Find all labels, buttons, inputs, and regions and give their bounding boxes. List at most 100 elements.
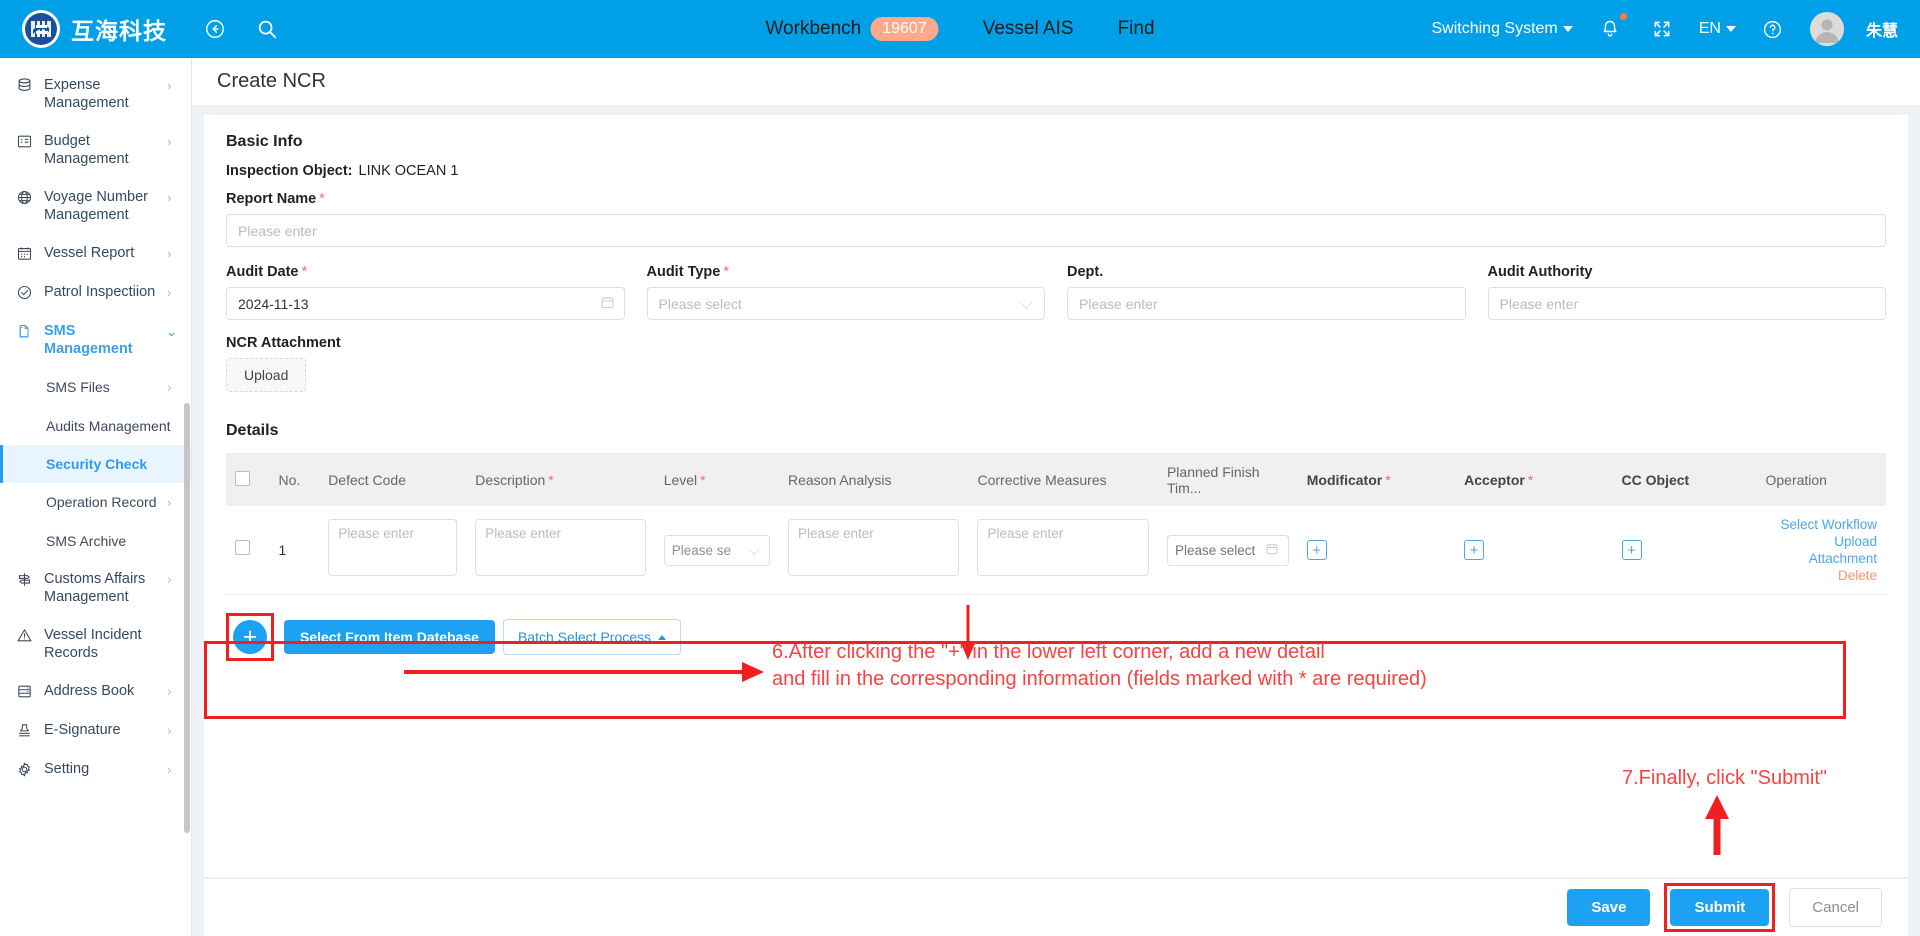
upload-attachment-link[interactable]: Upload Attachment (1765, 533, 1877, 567)
chevron-up-icon (658, 634, 667, 640)
row-planned-finish-cell (1157, 506, 1298, 595)
fullscreen-icon[interactable] (1647, 14, 1677, 44)
report-name-input[interactable] (226, 214, 1886, 247)
collapse-left-icon[interactable] (200, 14, 230, 44)
sidebar-item-e-signature[interactable]: E-Signature › (0, 711, 191, 750)
address-book-icon (14, 683, 34, 700)
required-star: * (723, 264, 729, 280)
notification-dot (1619, 13, 1627, 20)
annotation-arrow-to-plus (404, 662, 764, 682)
top-nav-find[interactable]: Find (1118, 18, 1155, 40)
check-circle-icon (14, 284, 34, 301)
chevron-right-icon: › (167, 723, 172, 738)
sidebar-item-label: Vessel Report (44, 245, 135, 261)
col-corrective-measures: Corrective Measures (968, 454, 1158, 506)
notification-bell-icon[interactable] (1595, 13, 1627, 44)
select-workflow-link[interactable]: Select Workflow (1765, 516, 1877, 533)
language-selector[interactable]: EN (1699, 20, 1736, 38)
chevron-right-icon: › (167, 246, 172, 261)
planned-finish-wrap (1166, 534, 1289, 566)
brand-logo[interactable]: 互海科技 (0, 10, 192, 48)
select-all-checkbox[interactable] (235, 471, 250, 486)
sidebar-item-expense-management[interactable]: Expense Management › (0, 66, 191, 122)
avatar[interactable] (1809, 12, 1844, 46)
inspection-object-label: Inspection Object: (226, 163, 353, 179)
batch-select-process-button[interactable]: Batch Select Process (502, 619, 682, 655)
sidebar-item-sms-management[interactable]: SMS Management ⌄ (0, 312, 191, 368)
audit-date-field: Audit Date * (226, 264, 625, 320)
upload-button[interactable]: Upload (226, 358, 307, 392)
chevron-right-icon: › (167, 495, 172, 510)
details-table-head: No. Defect Code Description * Level * Reas… (226, 454, 1886, 506)
sidebar-item-vessel-incident-records[interactable]: Vessel Incident Records (0, 616, 191, 672)
add-modificator-button[interactable]: + (1306, 540, 1327, 560)
sidebar-item-address-book[interactable]: Address Book › (0, 672, 191, 711)
sidebar-scroll-area: Expense Management › Budget Management › (0, 58, 191, 936)
row-defect-code-cell (319, 506, 467, 595)
select-all-header (226, 454, 270, 506)
row-modificator-cell: + (1297, 506, 1456, 595)
annotation-step-7: 7.Finally, click "Submit" (1622, 767, 1827, 789)
top-nav-vessel-ais-label: Vessel AIS (982, 18, 1074, 39)
sidebar-item-label: SMS Management (44, 323, 133, 357)
sidebar-item-security-check[interactable]: Security Check (0, 445, 191, 483)
app-root: 互海科技 Workbench 19607 Vessel AIS Find Swi… (0, 0, 1920, 936)
corrective-measures-input[interactable] (977, 519, 1149, 576)
reason-analysis-input[interactable] (787, 519, 960, 576)
col-reason-analysis: Reason Analysis (778, 454, 969, 506)
add-detail-button[interactable]: + (233, 620, 267, 654)
inspection-object-line: Inspection Object: LINK OCEAN 1 (226, 163, 1886, 179)
dept-input[interactable] (1067, 287, 1466, 320)
sidebar-item-vessel-report[interactable]: Vessel Report › (0, 234, 191, 273)
sidebar-item-sms-archive[interactable]: SMS Archive (0, 522, 191, 560)
add-cc-object-button[interactable]: + (1621, 540, 1642, 560)
audit-type-select[interactable]: Please select (646, 287, 1045, 320)
brand-name: 互海科技 (71, 18, 167, 44)
sidebar-item-setting[interactable]: Setting › (0, 750, 191, 789)
sidebar-item-audits-management[interactable]: Audits Management (0, 407, 191, 445)
save-button[interactable]: Save (1567, 889, 1651, 926)
row-corrective-measures-cell (968, 506, 1158, 595)
top-nav-workbench[interactable]: Workbench 19607 (765, 17, 939, 41)
row-no: 1 (269, 506, 320, 595)
sidebar-item-label: Budget Management (44, 133, 129, 167)
sidebar: Expense Management › Budget Management › (0, 58, 192, 936)
cancel-button[interactable]: Cancel (1789, 888, 1882, 927)
calendar-icon (14, 245, 34, 262)
submit-button[interactable]: Submit (1670, 889, 1770, 926)
top-nav-vessel-ais[interactable]: Vessel AIS (983, 18, 1074, 40)
row-operation-cell: Select Workflow Upload Attachment Delete (1756, 506, 1886, 595)
planned-finish-input[interactable] (1166, 534, 1289, 566)
audit-date-input[interactable] (226, 287, 625, 320)
audit-authority-input[interactable] (1487, 287, 1886, 320)
row-checkbox[interactable] (235, 540, 250, 555)
level-select[interactable]: Please se (663, 534, 770, 566)
globe-icon (14, 189, 34, 206)
dept-field: Dept. (1067, 264, 1466, 320)
delete-link[interactable]: Delete (1765, 567, 1877, 584)
col-description: Description * (466, 454, 655, 506)
switching-system-dropdown[interactable]: Switching System (1431, 20, 1573, 38)
add-acceptor-button[interactable]: + (1464, 540, 1485, 560)
defect-code-input[interactable] (328, 519, 458, 576)
search-icon[interactable] (252, 14, 282, 44)
required-star: * (319, 191, 325, 207)
audit-type-field: Audit Type * Please select (646, 264, 1045, 320)
page-title: Create NCR (217, 70, 326, 92)
sidebar-item-sms-files[interactable]: SMS Files › (0, 368, 191, 407)
sidebar-item-budget-management[interactable]: Budget Management › (0, 122, 191, 178)
sidebar-item-operation-record[interactable]: Operation Record › (0, 483, 191, 522)
sidebar-item-label: Patrol Inspectiion (44, 284, 156, 300)
main-content: Create NCR Basic Info Inspection Object:… (192, 58, 1920, 936)
col-level: Level * (654, 454, 779, 506)
workbench-count-badge: 19607 (870, 17, 939, 41)
select-from-item-database-button[interactable]: Select From Item Datebase (284, 620, 495, 654)
row-select-cell (226, 506, 270, 595)
sidebar-item-patrol-inspection[interactable]: Patrol Inspectiion › (0, 273, 191, 312)
sidebar-scrollbar[interactable] (184, 403, 190, 833)
chevron-right-icon: › (167, 380, 172, 395)
sidebar-item-customs-affairs-management[interactable]: Customs Affairs Management › (0, 560, 191, 616)
help-circle-icon[interactable] (1758, 14, 1788, 44)
description-input[interactable] (475, 519, 646, 576)
sidebar-item-voyage-number-management[interactable]: Voyage Number Management › (0, 178, 191, 234)
